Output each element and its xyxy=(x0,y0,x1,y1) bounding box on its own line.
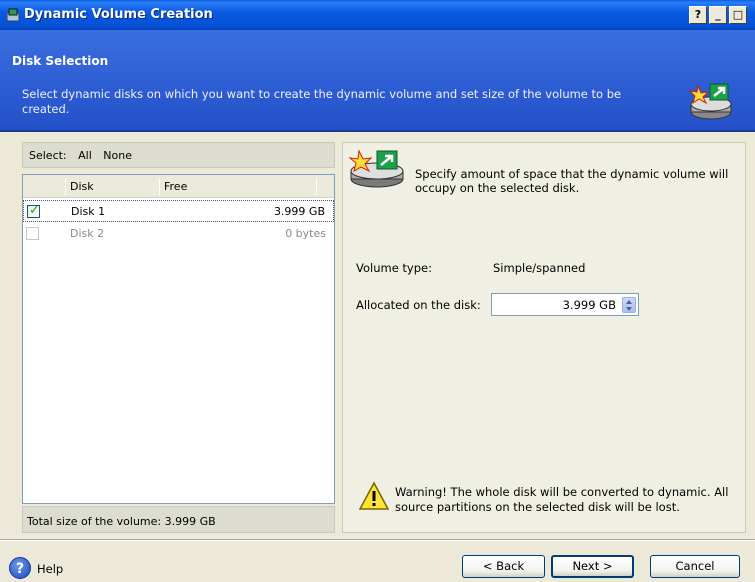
help-link[interactable]: Help xyxy=(37,562,63,576)
select-all-link[interactable]: All xyxy=(78,149,92,162)
column-separator[interactable] xyxy=(316,178,317,195)
select-bar: Select: All None xyxy=(22,142,335,168)
warning-text: Warning! The whole disk will be converte… xyxy=(395,485,729,514)
column-header-free[interactable]: Free xyxy=(164,180,187,193)
disk-convert-icon xyxy=(348,149,404,188)
app-icon xyxy=(6,8,20,22)
column-header-disk[interactable]: Disk xyxy=(70,180,94,193)
back-button[interactable]: < Back xyxy=(462,555,545,578)
disk-free-space: 3.999 GB xyxy=(273,205,325,218)
total-size-text: Total size of the volume: 3.999 GB xyxy=(27,515,216,528)
footer-divider xyxy=(0,539,755,541)
help-icon[interactable]: ? xyxy=(9,557,31,579)
page-title: Disk Selection xyxy=(12,54,109,68)
cancel-button[interactable]: Cancel xyxy=(650,555,740,578)
warning-icon xyxy=(358,481,390,510)
allocated-size-value[interactable]: 3.999 GB xyxy=(563,298,616,312)
wizard-header: Disk Selection Select dynamic disks on w… xyxy=(0,30,755,132)
allocated-size-stepper[interactable]: 3.999 GB xyxy=(491,293,639,316)
disk-row-1[interactable]: ✓ Disk 1 3.999 GB xyxy=(23,200,334,222)
spin-arrows-icon[interactable] xyxy=(622,297,636,313)
spin-down-icon[interactable] xyxy=(626,307,632,311)
minimize-button[interactable]: _ xyxy=(709,6,727,24)
volume-type-value: Simple/spanned xyxy=(493,261,586,275)
list-header: Disk Free xyxy=(23,175,334,198)
allocated-label: Allocated on the disk: xyxy=(356,298,481,312)
select-none-link[interactable]: None xyxy=(103,149,132,162)
disk-name: Disk 2 xyxy=(70,227,105,240)
page-description: Select dynamic disks on which you want t… xyxy=(22,87,622,116)
disk-2-checkbox[interactable] xyxy=(26,227,39,240)
volume-type-label: Volume type: xyxy=(356,261,432,275)
next-button[interactable]: Next > xyxy=(551,555,634,578)
disk-row-2[interactable]: Disk 2 0 bytes xyxy=(23,223,334,245)
help-title-button[interactable]: ? xyxy=(689,6,707,24)
spin-up-icon[interactable] xyxy=(626,300,632,304)
instruction-text: Specify amount of space that the dynamic… xyxy=(415,167,729,195)
window-title: Dynamic Volume Creation xyxy=(24,7,213,22)
check-mark-icon: ✓ xyxy=(29,203,40,218)
disk-1-checkbox[interactable]: ✓ xyxy=(27,203,40,218)
disk-name: Disk 1 xyxy=(71,205,106,218)
disk-selection-panel: Select: All None Disk Free ✓ Disk 1 3.99… xyxy=(22,142,335,533)
disk-wizard-icon xyxy=(688,83,732,120)
column-separator[interactable] xyxy=(65,178,66,195)
column-separator[interactable] xyxy=(159,178,160,195)
volume-settings-panel: Specify amount of space that the dynamic… xyxy=(342,142,746,533)
title-bar[interactable]: Dynamic Volume Creation ? _ □ xyxy=(0,0,755,30)
maximize-button[interactable]: □ xyxy=(729,6,747,24)
disk-list[interactable]: Disk Free ✓ Disk 1 3.999 GB Disk 2 0 byt… xyxy=(22,174,335,504)
select-label: Select: xyxy=(29,149,67,162)
disk-free-space: 0 bytes xyxy=(285,227,326,240)
total-size-bar: Total size of the volume: 3.999 GB xyxy=(22,506,335,533)
